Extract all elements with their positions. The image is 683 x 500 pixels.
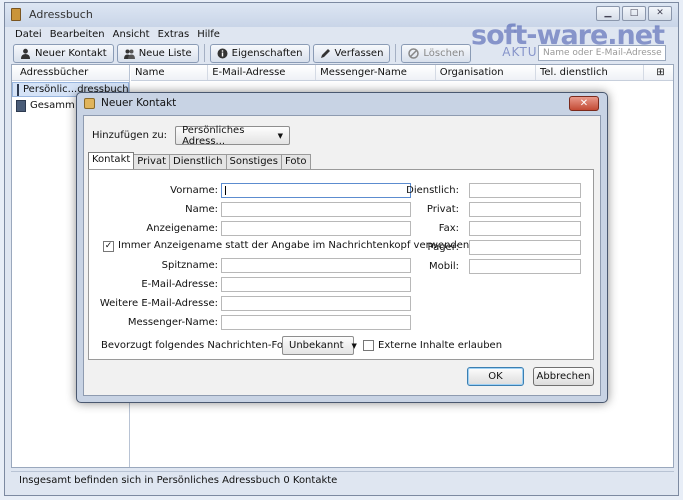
- tab-kontakt[interactable]: Kontakt: [88, 152, 135, 169]
- pager-field[interactable]: [469, 240, 581, 255]
- label-privat: Privat:: [426, 204, 459, 215]
- menu-extras[interactable]: Extras: [158, 27, 190, 42]
- column-phone-work[interactable]: Tel. dienstlich: [536, 65, 644, 80]
- add-to-label: Hinzufügen zu:: [92, 130, 168, 141]
- display-name-checkbox[interactable]: ✓: [103, 241, 114, 252]
- format-select[interactable]: Unbekannt ▼: [282, 336, 357, 355]
- dialog-body: Hinzufügen zu: Persönliches Adress... ▼ …: [83, 115, 601, 396]
- label-vorname: Vorname:: [170, 185, 218, 196]
- menu-bar: Datei Bearbeiten Ansicht Extras Hilfe: [5, 27, 678, 42]
- minimize-button[interactable]: ▁: [596, 6, 620, 21]
- tab-sonstiges[interactable]: Sonstiges: [225, 154, 282, 169]
- tab-strip: Kontakt Privat Dienstlich Sonstiges Foto: [88, 152, 311, 169]
- compose-button[interactable]: Verfassen: [312, 43, 391, 63]
- messenger-field[interactable]: [221, 315, 411, 330]
- addressbook-list-header: Adressbücher: [12, 65, 129, 81]
- format-label: Bevorzugt folgendes Nachrichten-Format:: [101, 340, 311, 351]
- spitzname-field[interactable]: [221, 258, 411, 273]
- mobile-field[interactable]: [469, 259, 581, 274]
- new-list-button[interactable]: Neue Liste: [116, 43, 199, 63]
- label-mobil: Mobil:: [428, 261, 459, 272]
- label-messenger: Messenger-Name:: [127, 317, 218, 328]
- menu-hilfe[interactable]: Hilfe: [197, 27, 220, 42]
- contact-card-icon: [84, 98, 95, 109]
- phone-home-field[interactable]: [469, 202, 581, 217]
- column-name[interactable]: Name: [131, 65, 209, 80]
- name-field[interactable]: [221, 202, 411, 217]
- label-dienstlich: Dienstlich:: [406, 185, 459, 196]
- new-contact-button[interactable]: Neuer Kontakt: [13, 43, 114, 63]
- dropdown-arrow-icon: ▼: [277, 131, 284, 140]
- search-input[interactable]: Name oder E-Mail-Adresse: [538, 45, 666, 61]
- external-content-checkbox[interactable]: [363, 340, 374, 351]
- book-icon: [16, 99, 26, 112]
- person-icon: [21, 48, 30, 59]
- label-anzeigename: Anzeigename:: [146, 223, 218, 234]
- email-field[interactable]: [221, 277, 411, 292]
- column-messenger[interactable]: Messenger-Name: [316, 65, 436, 80]
- tab-foto[interactable]: Foto: [280, 154, 311, 169]
- label-weitere-email: Weitere E-Mail-Adresse:: [99, 298, 218, 309]
- dialog-title-bar: Neuer Kontakt ✕: [77, 93, 607, 115]
- menu-bearbeiten[interactable]: Bearbeiten: [50, 27, 105, 42]
- column-organisation[interactable]: Organisation: [436, 65, 536, 80]
- dialog-close-button[interactable]: ✕: [569, 96, 599, 111]
- addressbook-select[interactable]: Persönliches Adress... ▼: [175, 125, 291, 147]
- fax-field[interactable]: [469, 221, 581, 236]
- vorname-field[interactable]: [221, 183, 411, 198]
- close-button[interactable]: ✕: [648, 6, 672, 21]
- cancel-button[interactable]: Abbrechen: [533, 367, 594, 386]
- toolbar-separator: [395, 44, 397, 62]
- menu-ansicht[interactable]: Ansicht: [113, 27, 150, 42]
- dropdown-arrow-icon: ▼: [351, 341, 357, 350]
- tab-panel-kontakt: Vorname: Name: Anzeigename: Spitzname: E…: [88, 169, 594, 360]
- no-entry-icon: [408, 47, 420, 59]
- label-fax: Fax:: [438, 223, 459, 234]
- status-bar: Insgesamt befinden sich in Persönliches …: [11, 471, 674, 489]
- ok-button[interactable]: OK: [467, 367, 524, 386]
- addressbook-icon: [11, 8, 21, 21]
- title-bar: Adressbuch ▁ □ ✕: [5, 3, 678, 27]
- toolbar-separator: [203, 44, 205, 62]
- external-content-label: Externe Inhalte erlauben: [378, 340, 503, 351]
- tab-privat[interactable]: Privat: [133, 154, 170, 169]
- weitere-email-field[interactable]: [221, 296, 411, 311]
- info-icon: [217, 48, 228, 58]
- menu-datei[interactable]: Datei: [15, 27, 42, 42]
- label-pager: Pager:: [427, 242, 459, 253]
- properties-button[interactable]: Eigenschaften: [209, 43, 310, 63]
- new-contact-dialog: Neuer Kontakt ✕ Hinzufügen zu: Persönlic…: [76, 92, 608, 403]
- window-title: Adressbuch: [29, 8, 93, 21]
- anzeigename-field[interactable]: [221, 221, 411, 236]
- maximize-button[interactable]: □: [622, 6, 646, 21]
- delete-button[interactable]: Löschen: [401, 43, 472, 63]
- dialog-title: Neuer Kontakt: [101, 97, 177, 109]
- phone-work-field[interactable]: [469, 183, 581, 198]
- pencil-icon: [320, 48, 330, 58]
- display-name-checkbox-label: Immer Anzeigename statt der Angabe im Na…: [118, 240, 470, 251]
- people-icon: [123, 49, 135, 59]
- contact-column-headers: Name E-Mail-Adresse Messenger-Name Organ…: [131, 65, 673, 81]
- label-name: Name:: [185, 204, 218, 215]
- book-icon: [17, 83, 19, 96]
- label-spitzname: Spitzname:: [161, 260, 218, 271]
- label-email: E-Mail-Adresse:: [141, 279, 218, 290]
- column-email[interactable]: E-Mail-Adresse: [208, 65, 317, 80]
- column-picker-icon[interactable]: ⊞: [644, 65, 673, 80]
- tab-dienstlich[interactable]: Dienstlich: [169, 154, 227, 169]
